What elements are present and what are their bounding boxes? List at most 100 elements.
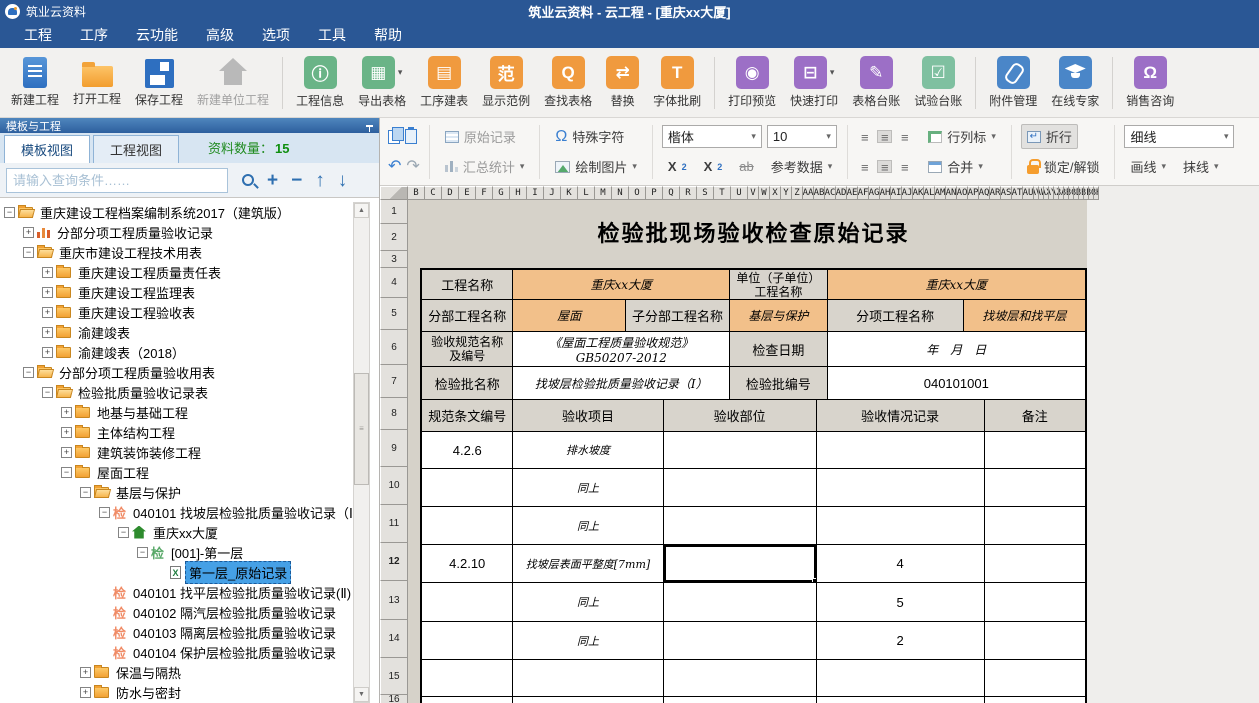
move-down-icon[interactable]: ↓ bbox=[338, 171, 348, 190]
tree-expander-icon[interactable]: + bbox=[80, 667, 91, 678]
doc-cell[interactable] bbox=[985, 583, 1085, 622]
doc-cell[interactable]: 同上 bbox=[513, 469, 663, 507]
tree-expander-icon[interactable]: − bbox=[118, 527, 129, 538]
doc-cell[interactable] bbox=[817, 507, 985, 545]
tree-item[interactable]: 检040101 找平层检验批质量验收记录(Ⅱ) bbox=[0, 582, 379, 602]
doc-cell[interactable] bbox=[422, 507, 513, 545]
tree-item[interactable]: +渝建竣表 bbox=[0, 322, 379, 342]
online-expert-button[interactable]: 在线专家 bbox=[1044, 54, 1106, 111]
column-header[interactable]: AB bbox=[814, 186, 825, 200]
doc-cell[interactable]: 工程名称 bbox=[422, 270, 513, 300]
select-all-corner[interactable] bbox=[380, 186, 408, 200]
tree-item[interactable]: −基层与保护 bbox=[0, 482, 379, 502]
dropdown-arrow-icon[interactable]: ▾ bbox=[830, 67, 835, 78]
column-header[interactable]: B bbox=[408, 186, 425, 200]
selected-cell[interactable] bbox=[664, 545, 817, 583]
column-header[interactable]: AM bbox=[935, 186, 946, 200]
doc-cell[interactable] bbox=[817, 697, 985, 703]
row-header[interactable]: 7 bbox=[380, 365, 408, 398]
column-header[interactable]: AF bbox=[858, 186, 869, 200]
dropdown-arrow-icon[interactable]: ▾ bbox=[398, 67, 403, 78]
doc-cell[interactable] bbox=[422, 697, 513, 703]
align-center-icon[interactable]: ≡ bbox=[877, 160, 892, 173]
doc-cell[interactable]: 同上 bbox=[513, 583, 663, 622]
column-header[interactable]: AI bbox=[891, 186, 902, 200]
doc-cell[interactable] bbox=[664, 622, 817, 660]
doc-cell[interactable]: 检查日期 bbox=[730, 332, 827, 367]
column-header[interactable]: Y bbox=[781, 186, 792, 200]
tree-item[interactable]: +地基与基础工程 bbox=[0, 402, 379, 422]
column-header[interactable]: AR bbox=[990, 186, 1001, 200]
tree-item[interactable]: −分部分项工程质量验收用表 bbox=[0, 362, 379, 382]
move-up-icon[interactable]: ↑ bbox=[315, 171, 325, 190]
new-unit-project-button[interactable]: 新建单位工程 bbox=[190, 55, 276, 110]
doc-cell[interactable]: 2 bbox=[817, 622, 985, 660]
doc-cell[interactable] bbox=[985, 432, 1085, 469]
doc-cell[interactable] bbox=[513, 660, 663, 697]
column-header[interactable]: O bbox=[629, 186, 646, 200]
tab-template-view[interactable]: 模板视图 bbox=[4, 135, 90, 163]
row-header[interactable]: 15 bbox=[380, 658, 408, 695]
draw-line-button[interactable]: 画线▾ bbox=[1124, 154, 1172, 179]
column-header[interactable]: AE bbox=[847, 186, 858, 200]
doc-cell[interactable]: 基层与保护 bbox=[730, 300, 827, 332]
font-batch-brush-button[interactable]: T字体批刷 bbox=[646, 54, 708, 111]
column-header[interactable]: R bbox=[680, 186, 697, 200]
column-header[interactable]: S bbox=[697, 186, 714, 200]
tree-expander-icon[interactable]: + bbox=[61, 407, 72, 418]
tree-item[interactable]: −屋面工程 bbox=[0, 462, 379, 482]
scrollbar-thumb[interactable]: ≡ bbox=[354, 373, 369, 485]
column-header[interactable]: T bbox=[714, 186, 731, 200]
copy-icon[interactable] bbox=[388, 130, 400, 144]
new-project-button[interactable]: 新建工程 bbox=[4, 55, 66, 110]
column-header[interactable]: P bbox=[646, 186, 663, 200]
column-header[interactable]: W bbox=[759, 186, 770, 200]
doc-cell[interactable] bbox=[985, 622, 1085, 660]
row-header[interactable]: 13 bbox=[380, 581, 408, 620]
align-left-icon[interactable]: ≡ bbox=[857, 160, 872, 173]
doc-cell[interactable]: 分项工程名称 bbox=[828, 300, 964, 332]
doc-cell[interactable] bbox=[513, 697, 663, 703]
tree-expander-icon[interactable]: − bbox=[42, 387, 53, 398]
tree-item[interactable]: +重庆建设工程监理表 bbox=[0, 282, 379, 302]
tree-item[interactable]: +重庆建设工程验收表 bbox=[0, 302, 379, 322]
tree-expander-icon[interactable]: + bbox=[61, 427, 72, 438]
align-right-icon[interactable]: ≡ bbox=[897, 160, 912, 173]
column-header[interactable]: L bbox=[578, 186, 595, 200]
tree-item[interactable]: +重庆建设工程质量责任表 bbox=[0, 262, 379, 282]
tree-item[interactable]: −检验批质量验收记录表 bbox=[0, 382, 379, 402]
menu-item-2[interactable]: 工序 bbox=[66, 22, 122, 48]
column-header[interactable]: AH bbox=[880, 186, 891, 200]
tree-item[interactable]: 检040102 隔汽层检验批质量验收记录 bbox=[0, 602, 379, 622]
row-col-header-button[interactable]: 行列标▾ bbox=[922, 124, 1002, 149]
doc-cell[interactable]: 分部工程名称 bbox=[422, 300, 513, 332]
doc-cell[interactable]: 同上 bbox=[513, 622, 663, 660]
tree-item[interactable]: 检040104 保护层检验批质量验收记录 bbox=[0, 642, 379, 662]
doc-cell[interactable]: 年 月 日 bbox=[828, 332, 1085, 367]
pin-icon[interactable] bbox=[366, 125, 373, 127]
tree-expander-icon[interactable]: − bbox=[61, 467, 72, 478]
row-header[interactable]: 3 bbox=[380, 251, 408, 268]
doc-cell[interactable] bbox=[664, 583, 817, 622]
export-table-button[interactable]: ▦▾导出表格 bbox=[351, 54, 413, 111]
doc-cell[interactable]: 5 bbox=[817, 583, 985, 622]
row-header[interactable]: 12 bbox=[380, 543, 408, 581]
doc-cell[interactable]: 《屋面工程质量验收规范》GB50207-2012 bbox=[513, 332, 730, 367]
doc-cell[interactable]: 排水坡度 bbox=[513, 432, 663, 469]
column-header[interactable]: F bbox=[476, 186, 493, 200]
tab-project-view[interactable]: 工程视图 bbox=[93, 135, 179, 163]
tree-item[interactable]: −重庆市建设工程技术用表 bbox=[0, 242, 379, 262]
column-header[interactable]: AT bbox=[1012, 186, 1023, 200]
menu-item-3[interactable]: 云功能 bbox=[122, 22, 192, 48]
align-bottom-icon[interactable]: ≡ bbox=[897, 130, 912, 143]
doc-cell[interactable] bbox=[422, 583, 513, 622]
column-header[interactable]: J bbox=[544, 186, 561, 200]
row-header[interactable]: 4 bbox=[380, 268, 408, 298]
doc-cell[interactable] bbox=[817, 660, 985, 697]
tree-expander-icon[interactable]: + bbox=[42, 347, 53, 358]
column-header[interactable]: AS bbox=[1001, 186, 1012, 200]
doc-cell[interactable]: 子分部工程名称 bbox=[626, 300, 730, 332]
paste-icon[interactable] bbox=[405, 129, 417, 144]
column-header[interactable]: Z bbox=[792, 186, 803, 200]
expand-all-icon[interactable]: + bbox=[267, 171, 278, 190]
